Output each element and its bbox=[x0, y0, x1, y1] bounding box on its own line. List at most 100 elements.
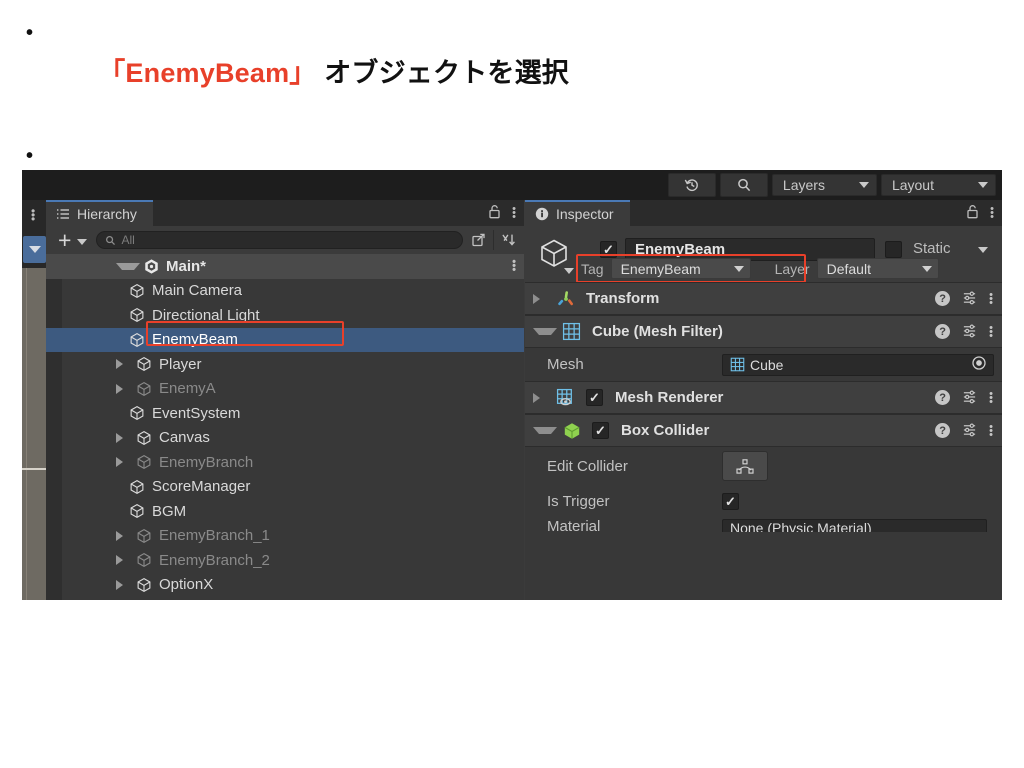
hierarchy-item-bgm[interactable]: BGM bbox=[46, 499, 524, 524]
gameobject-active-checkbox[interactable]: ✓ bbox=[600, 241, 617, 258]
chevron-down-icon[interactable] bbox=[533, 328, 557, 335]
hierarchy-search-input[interactable]: All bbox=[96, 231, 463, 249]
layers-dropdown[interactable]: Layers bbox=[771, 174, 877, 196]
chevron-down-icon bbox=[978, 182, 988, 188]
mesh-object-field[interactable]: Cube bbox=[722, 353, 994, 376]
component-header-mesh-renderer[interactable]: ✓ Mesh Renderer ? • • • bbox=[525, 381, 1002, 414]
hierarchy-item-enemybranch-1[interactable]: EnemyBranch_1 bbox=[46, 524, 524, 549]
tag-dropdown[interactable]: EnemyBeam bbox=[610, 258, 751, 279]
chevron-right-icon[interactable] bbox=[116, 530, 130, 541]
lock-icon[interactable] bbox=[966, 204, 979, 222]
component-header-mesh-filter[interactable]: Cube (Mesh Filter) ? • • • bbox=[525, 315, 1002, 348]
kebab-menu-icon[interactable]: • • • bbox=[990, 204, 994, 223]
plus-icon: + bbox=[58, 226, 72, 253]
left-panel-dropdown[interactable] bbox=[23, 236, 46, 263]
expand-window-icon[interactable] bbox=[467, 229, 491, 251]
component-header-transform[interactable]: Transform ? • • • bbox=[525, 282, 1002, 315]
preset-icon[interactable] bbox=[962, 323, 977, 341]
hierarchy-item-scoremanager[interactable]: ScoreManager bbox=[46, 475, 524, 500]
kebab-menu-icon[interactable]: • • • bbox=[989, 421, 993, 440]
layout-label: Layout bbox=[891, 177, 934, 193]
hierarchy-item-enemybranch-2[interactable]: EnemyBranch_2 bbox=[46, 548, 524, 573]
kebab-menu-icon[interactable]: • • • bbox=[989, 289, 993, 308]
help-icon[interactable]: ? bbox=[935, 423, 951, 438]
chevron-right-icon[interactable] bbox=[116, 432, 130, 443]
help-icon[interactable]: ? bbox=[935, 324, 951, 339]
add-object-button[interactable]: + bbox=[50, 226, 92, 253]
component-header-box-collider[interactable]: ✓ Box Collider ? • • • bbox=[525, 414, 1002, 447]
mesh-renderer-icon bbox=[556, 388, 578, 407]
component-title: Mesh Renderer bbox=[615, 389, 724, 406]
hierarchy-scene-name: Main* bbox=[166, 257, 207, 275]
preset-icon[interactable] bbox=[962, 389, 977, 407]
mesh-value: Cube bbox=[750, 356, 784, 373]
hierarchy-item-main-camera[interactable]: Main Camera bbox=[46, 279, 524, 304]
box-collider-enable-checkbox[interactable]: ✓ bbox=[592, 422, 609, 439]
chevron-down-icon[interactable] bbox=[978, 247, 988, 253]
preset-icon[interactable] bbox=[962, 290, 977, 308]
lock-icon[interactable] bbox=[488, 204, 501, 222]
static-checkbox[interactable] bbox=[885, 241, 902, 258]
gameobject-cube-icon bbox=[129, 503, 147, 519]
hierarchy-item-enemybeam[interactable]: EnemyBeam bbox=[46, 327, 524, 352]
chevron-right-icon[interactable] bbox=[116, 457, 130, 468]
chevron-down-icon[interactable] bbox=[116, 262, 140, 270]
gameobject-cube-icon bbox=[129, 283, 147, 299]
is-trigger-checkbox[interactable]: ✓ bbox=[722, 493, 739, 510]
mesh-renderer-enable-checkbox[interactable]: ✓ bbox=[586, 389, 603, 406]
hierarchy-item-canvas[interactable]: Canvas bbox=[46, 426, 524, 451]
hierarchy-item-enemya[interactable]: EnemyA bbox=[46, 377, 524, 402]
chevron-right-icon[interactable] bbox=[533, 293, 547, 304]
gameobject-cube-icon bbox=[136, 430, 154, 446]
inspector-panel-tools: • • • bbox=[966, 204, 994, 223]
object-picker-icon[interactable] bbox=[971, 355, 987, 374]
layout-dropdown[interactable]: Layout bbox=[880, 174, 996, 196]
gameobject-cube-icon bbox=[136, 454, 154, 470]
chevron-right-icon[interactable] bbox=[116, 579, 130, 590]
material-object-field[interactable]: None (Physic Material) bbox=[722, 519, 987, 532]
help-icon[interactable]: ? bbox=[935, 390, 951, 405]
hierarchy-item-player[interactable]: Player bbox=[46, 352, 524, 377]
material-label: Material bbox=[547, 518, 601, 532]
preset-icon[interactable] bbox=[962, 422, 977, 440]
tab-hierarchy[interactable]: Hierarchy bbox=[46, 200, 153, 226]
chevron-down-icon[interactable] bbox=[533, 427, 557, 434]
layer-dropdown[interactable]: Default bbox=[816, 258, 939, 279]
mesh-filter-grid-icon bbox=[562, 322, 584, 341]
hierarchy-item-optionx[interactable]: OptionX bbox=[46, 573, 524, 598]
chevron-down-icon[interactable] bbox=[564, 268, 574, 274]
mesh-property-row: Mesh Cube bbox=[525, 348, 1002, 381]
chevron-right-icon[interactable] bbox=[116, 555, 130, 566]
edit-collider-label: Edit Collider bbox=[547, 457, 628, 475]
chevron-down-icon bbox=[858, 182, 869, 188]
help-icon[interactable]: ? bbox=[935, 291, 951, 306]
kebab-menu-icon[interactable]: • • • bbox=[989, 322, 993, 341]
tab-inspector[interactable]: Inspector bbox=[525, 200, 630, 226]
hierarchy-item-directional-light[interactable]: Directional Light bbox=[46, 303, 524, 328]
transform-axis-icon bbox=[556, 289, 578, 309]
edit-collider-button[interactable] bbox=[722, 451, 768, 481]
hierarchy-rows: Main Camera Directional Light EnemyBeam Pla… bbox=[46, 279, 524, 598]
kebab-menu-icon[interactable]: • • • bbox=[512, 257, 516, 276]
bullet-1-highlight: 「EnemyBeam」 bbox=[98, 58, 317, 89]
chevron-right-icon[interactable] bbox=[116, 359, 130, 370]
hierarchy-item-enemybranch[interactable]: EnemyBranch bbox=[46, 450, 524, 475]
chevron-right-icon[interactable] bbox=[116, 383, 130, 394]
search-icon[interactable] bbox=[719, 173, 768, 197]
hierarchy-scene-row[interactable]: Main* • • • bbox=[46, 254, 524, 279]
box-collider-icon bbox=[562, 421, 584, 441]
gameobject-cube-icon bbox=[129, 405, 147, 421]
static-label: Static bbox=[913, 240, 951, 257]
history-icon[interactable] bbox=[667, 173, 716, 197]
chevron-right-icon[interactable] bbox=[533, 392, 547, 403]
kebab-menu-icon[interactable]: • • • bbox=[512, 204, 516, 223]
kebab-menu-icon[interactable]: • • • bbox=[989, 388, 993, 407]
hierarchy-item-eventsystem[interactable]: EventSystem bbox=[46, 401, 524, 426]
sort-icon[interactable] bbox=[496, 229, 520, 251]
chevron-down-icon bbox=[77, 239, 88, 245]
kebab-menu-icon[interactable]: • • • bbox=[31, 205, 35, 225]
hierarchy-tree: Main* • • • Main Camera Directional Light En… bbox=[46, 254, 524, 600]
gameobject-cube-icon bbox=[129, 332, 147, 348]
component-tools: ? • • • bbox=[935, 421, 993, 440]
chevron-down-icon bbox=[733, 265, 744, 272]
